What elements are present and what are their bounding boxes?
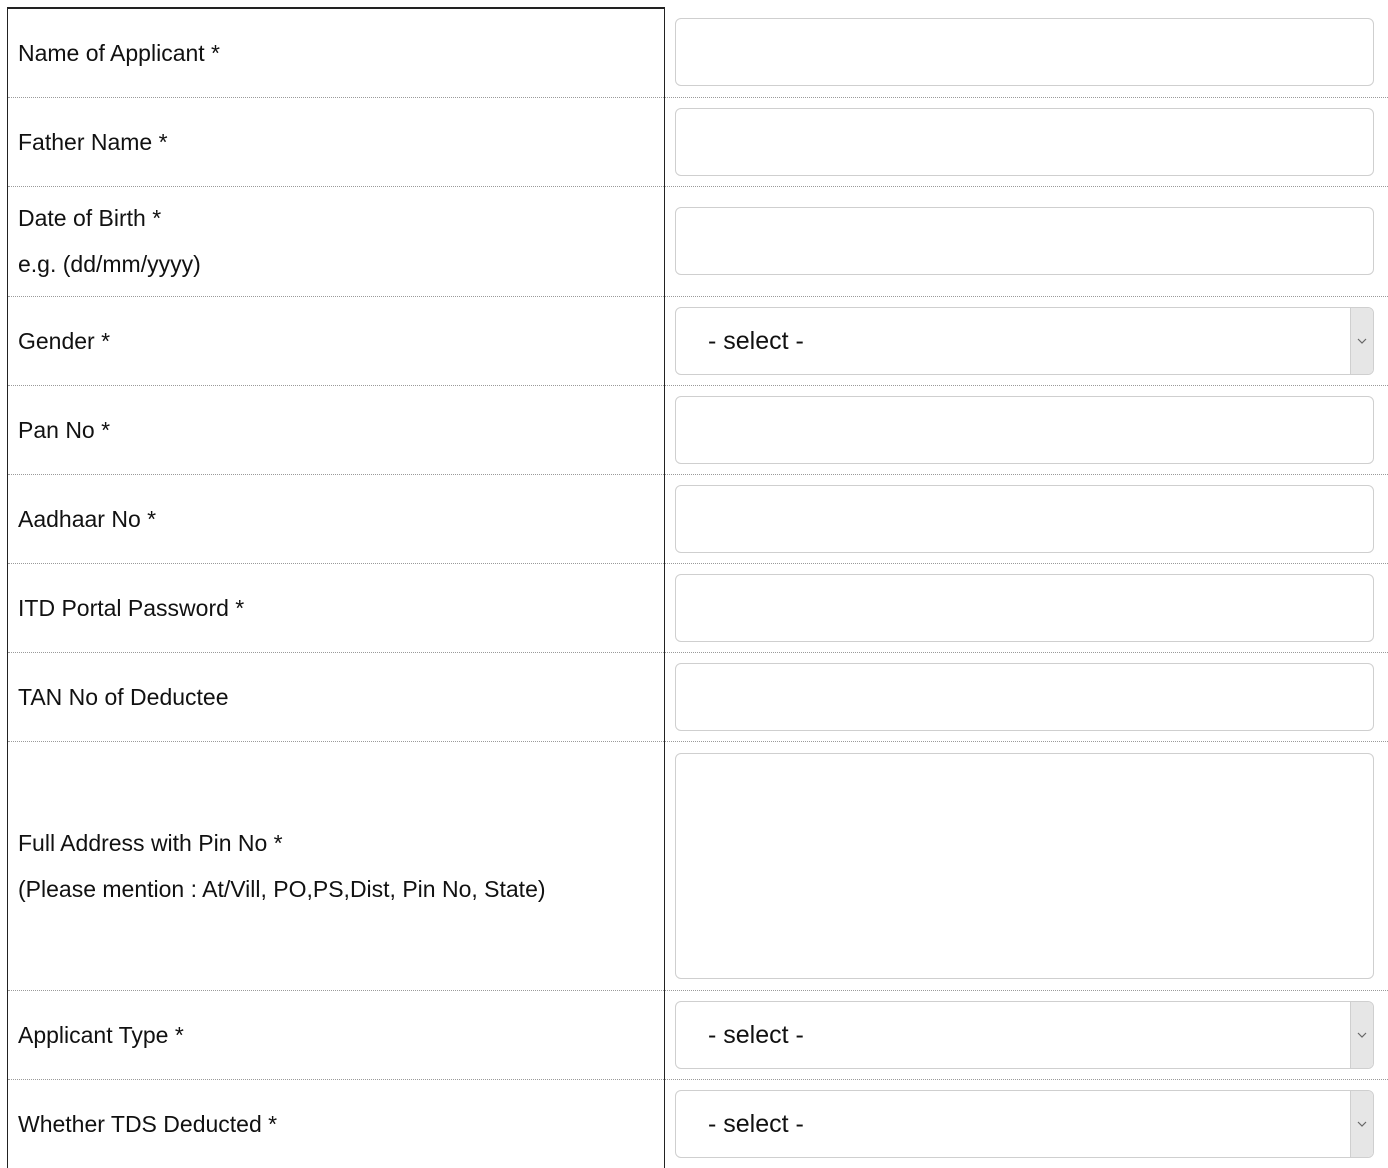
pan-no-label: Pan No * bbox=[8, 407, 664, 453]
form-row-applicant-type: Applicant Type * - select - bbox=[8, 990, 1388, 1079]
form-row-gender: Gender * - select - bbox=[8, 296, 1388, 385]
applicant-form: Name of Applicant * Father Name * Date o… bbox=[7, 7, 1388, 1168]
father-name-input[interactable] bbox=[675, 108, 1374, 176]
form-row-father-name: Father Name * bbox=[8, 97, 1388, 186]
form-row-applicant-name: Name of Applicant * bbox=[8, 8, 1388, 97]
itd-password-label: ITD Portal Password * bbox=[8, 585, 664, 631]
date-of-birth-label: Date of Birth * bbox=[8, 195, 664, 241]
date-of-birth-hint: e.g. (dd/mm/yyyy) bbox=[8, 241, 664, 287]
gender-selected-value: - select - bbox=[708, 308, 804, 374]
tds-deducted-select[interactable]: - select - bbox=[675, 1090, 1374, 1158]
tds-deducted-label: Whether TDS Deducted * bbox=[8, 1101, 664, 1147]
pan-no-input[interactable] bbox=[675, 396, 1374, 464]
tan-no-label: TAN No of Deductee bbox=[8, 674, 664, 720]
gender-select[interactable]: - select - bbox=[675, 307, 1374, 375]
full-address-textarea[interactable] bbox=[675, 753, 1374, 979]
applicant-type-label: Applicant Type * bbox=[8, 1012, 664, 1058]
form-row-date-of-birth: Date of Birth * e.g. (dd/mm/yyyy) bbox=[8, 186, 1388, 296]
itd-password-input[interactable] bbox=[675, 574, 1374, 642]
form-row-tan-no: TAN No of Deductee bbox=[8, 652, 1388, 741]
date-of-birth-input[interactable] bbox=[675, 207, 1374, 275]
father-name-label: Father Name * bbox=[8, 119, 664, 165]
form-row-itd-password: ITD Portal Password * bbox=[8, 563, 1388, 652]
full-address-hint: (Please mention : At/Vill, PO,PS,Dist, P… bbox=[8, 866, 664, 912]
chevron-down-icon[interactable] bbox=[1350, 1091, 1373, 1157]
form-row-aadhaar-no: Aadhaar No * bbox=[8, 474, 1388, 563]
chevron-down-icon[interactable] bbox=[1350, 1002, 1373, 1068]
tan-no-input[interactable] bbox=[675, 663, 1374, 731]
form-row-pan-no: Pan No * bbox=[8, 385, 1388, 474]
tds-deducted-selected-value: - select - bbox=[708, 1091, 804, 1157]
applicant-type-selected-value: - select - bbox=[708, 1002, 804, 1068]
form-row-tds-deducted: Whether TDS Deducted * - select - bbox=[8, 1079, 1388, 1168]
aadhaar-no-input[interactable] bbox=[675, 485, 1374, 553]
form-row-full-address: Full Address with Pin No * (Please menti… bbox=[8, 741, 1388, 990]
gender-label: Gender * bbox=[8, 318, 664, 364]
full-address-label: Full Address with Pin No * bbox=[8, 820, 664, 866]
applicant-name-label: Name of Applicant * bbox=[8, 30, 664, 76]
applicant-type-select[interactable]: - select - bbox=[675, 1001, 1374, 1069]
aadhaar-no-label: Aadhaar No * bbox=[8, 496, 664, 542]
applicant-name-input[interactable] bbox=[675, 18, 1374, 86]
chevron-down-icon[interactable] bbox=[1350, 308, 1373, 374]
